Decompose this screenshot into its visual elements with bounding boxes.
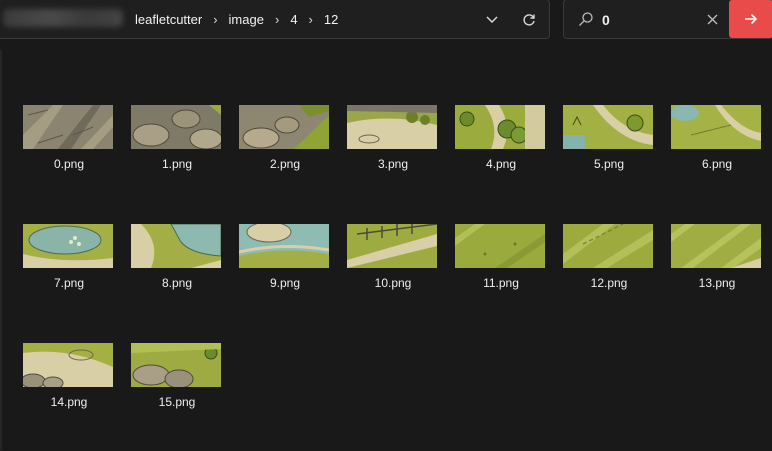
file-thumbnail: [563, 224, 653, 268]
file-tile[interactable]: 2.png: [227, 105, 337, 195]
file-tile[interactable]: 1.png: [119, 105, 229, 195]
file-name: 5.png: [593, 157, 625, 171]
address-bar[interactable]: leafletcutter › image › 4 › 12: [0, 0, 550, 39]
file-thumbnail: [671, 105, 761, 149]
file-thumbnail: [23, 224, 113, 268]
file-name: 6.png: [701, 157, 733, 171]
file-thumbnail: [239, 224, 329, 268]
file-name: 4.png: [485, 157, 517, 171]
search-box: [563, 0, 772, 39]
file-tile[interactable]: 9.png: [227, 224, 337, 314]
file-tile[interactable]: 8.png: [119, 224, 229, 314]
file-thumbnail: [455, 105, 545, 149]
file-thumbnail: [455, 224, 545, 268]
breadcrumb-separator: ›: [274, 11, 280, 27]
file-tile[interactable]: 12.png: [551, 224, 661, 314]
file-thumbnail: [131, 224, 221, 268]
left-border: [0, 50, 2, 450]
file-tile[interactable]: 15.png: [119, 343, 229, 433]
refresh-button[interactable]: [518, 9, 540, 31]
file-tile[interactable]: 3.png: [335, 105, 445, 195]
chevron-down-icon: [486, 16, 498, 24]
top-bar: leafletcutter › image › 4 › 12: [0, 0, 772, 44]
file-name: 10.png: [374, 276, 412, 290]
file-name: 14.png: [50, 395, 88, 409]
file-thumbnail: [563, 105, 653, 149]
file-tile[interactable]: 4.png: [443, 105, 553, 195]
file-name: 2.png: [269, 157, 301, 171]
file-tile[interactable]: 7.png: [11, 224, 121, 314]
refresh-icon: [523, 14, 535, 26]
file-tile[interactable]: 5.png: [551, 105, 661, 195]
file-thumbnail: [23, 105, 113, 149]
file-name: 11.png: [483, 276, 519, 290]
file-thumbnail: [239, 105, 329, 149]
file-tile[interactable]: 11.png: [443, 224, 553, 314]
file-thumbnail: [347, 224, 437, 268]
blurred-root-path: [3, 9, 123, 27]
breadcrumb-item-image[interactable]: image: [227, 12, 266, 27]
file-tile[interactable]: 13.png: [659, 224, 769, 314]
file-name: 7.png: [53, 276, 85, 290]
file-name: 1.png: [161, 157, 193, 171]
file-tile[interactable]: 0.png: [11, 105, 121, 195]
file-thumbnail: [671, 224, 761, 268]
clear-search-button[interactable]: [702, 9, 722, 29]
file-name: 0.png: [53, 157, 85, 171]
file-name: 9.png: [269, 276, 301, 290]
file-thumbnail: [23, 343, 113, 387]
breadcrumb: leafletcutter › image › 4 › 12: [133, 0, 340, 38]
close-icon: [707, 14, 717, 24]
file-thumbnail: [347, 105, 437, 149]
file-tile[interactable]: 14.png: [11, 343, 121, 433]
search-icon: [579, 12, 593, 26]
file-name: 8.png: [161, 276, 193, 290]
search-submit-button[interactable]: [729, 0, 772, 38]
file-thumbnail: [131, 343, 221, 387]
file-name: 15.png: [158, 395, 196, 409]
breadcrumb-item-leafletcutter[interactable]: leafletcutter: [133, 12, 204, 27]
breadcrumb-separator: ›: [308, 11, 313, 27]
file-name: 13.png: [698, 276, 736, 290]
arrow-right-icon: [745, 13, 758, 25]
breadcrumb-item-4[interactable]: 4: [288, 12, 299, 27]
breadcrumb-separator: ›: [213, 11, 218, 27]
file-name: 3.png: [377, 157, 409, 171]
history-dropdown-button[interactable]: [481, 9, 503, 31]
file-tile[interactable]: 6.png: [659, 105, 769, 195]
breadcrumb-item-12[interactable]: 12: [322, 12, 340, 27]
file-tile[interactable]: 10.png: [335, 224, 445, 314]
file-thumbnail: [131, 105, 221, 149]
file-name: 12.png: [590, 276, 628, 290]
